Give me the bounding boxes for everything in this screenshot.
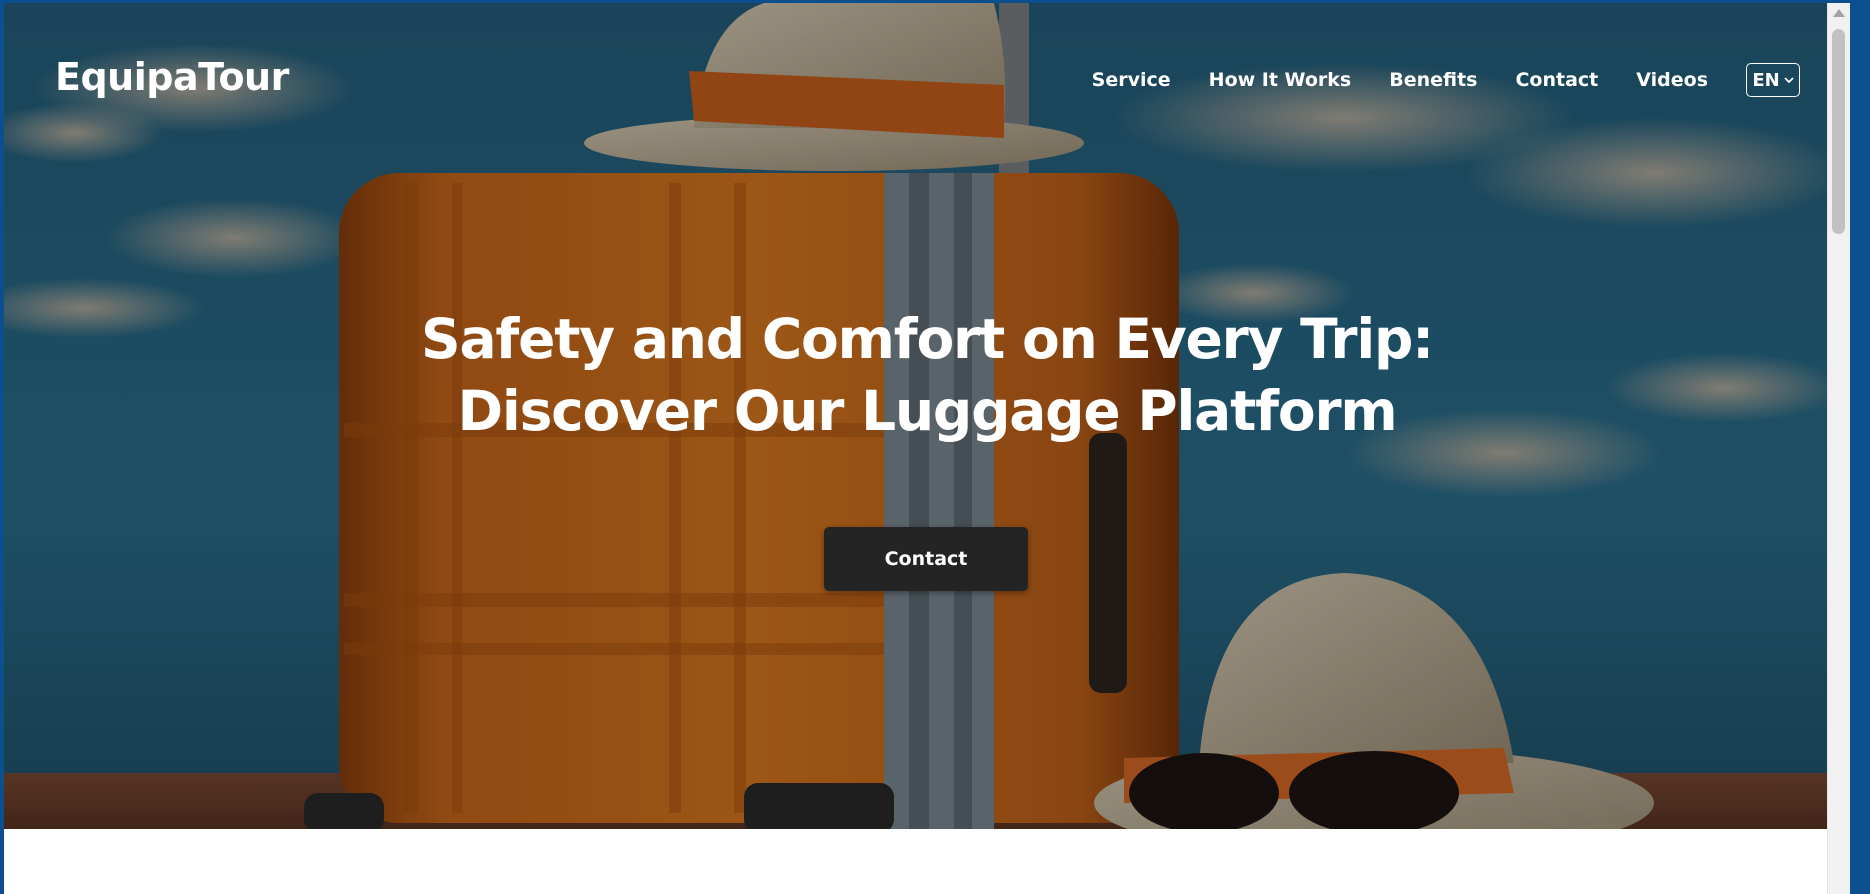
hero-section: EquipaTour Service How It Works Benefits… <box>4 3 1850 829</box>
language-select[interactable]: EN <box>1746 63 1800 97</box>
nav-link-how-it-works[interactable]: How It Works <box>1209 65 1352 95</box>
nav-link-service[interactable]: Service <box>1092 65 1171 95</box>
scroll-up-arrow-icon[interactable] <box>1833 9 1845 17</box>
language-value: EN <box>1752 69 1780 91</box>
scrollbar-thumb[interactable] <box>1832 29 1845 234</box>
page-scrollbar[interactable] <box>1827 3 1850 894</box>
hero-headline: Safety and Comfort on Every Trip: Discov… <box>4 303 1850 447</box>
site-logo[interactable]: EquipaTour <box>55 53 289 101</box>
hero-headline-line-2: Discover Our Luggage Platform <box>457 379 1397 443</box>
nav-link-contact[interactable]: Contact <box>1515 65 1598 95</box>
hero-headline-line-1: Safety and Comfort on Every Trip: <box>421 307 1434 371</box>
site-header: EquipaTour Service How It Works Benefits… <box>4 3 1850 143</box>
nav-link-videos[interactable]: Videos <box>1636 65 1708 95</box>
chevron-down-icon <box>1784 77 1794 84</box>
nav-link-benefits[interactable]: Benefits <box>1389 65 1477 95</box>
browser-viewport: EquipaTour Service How It Works Benefits… <box>4 3 1850 894</box>
main-nav: Service How It Works Benefits Contact Vi… <box>1092 63 1800 97</box>
contact-cta-button[interactable]: Contact <box>824 527 1028 591</box>
